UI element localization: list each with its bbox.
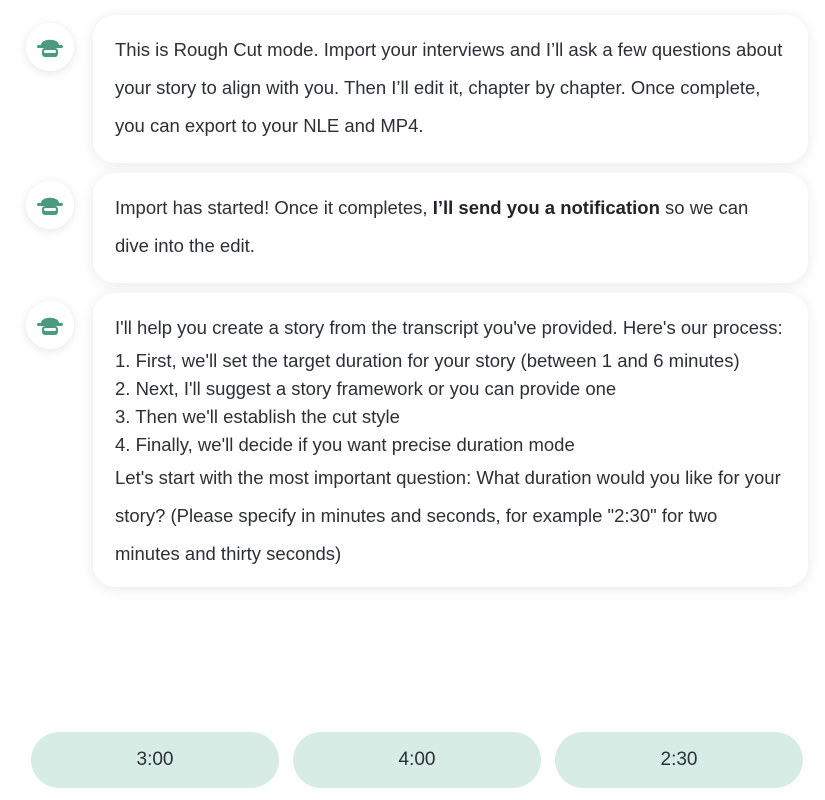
choice-button-3-00[interactable]: 3:00: [31, 732, 279, 788]
assistant-avatar: [26, 181, 74, 229]
process-step-4: 4. Finally, we'll decide if you want pre…: [115, 434, 575, 455]
message-text: This is Rough Cut mode. Import your inte…: [115, 39, 783, 136]
message-bold-text: I’ll send you a notification: [432, 197, 660, 218]
message-bubble: This is Rough Cut mode. Import your inte…: [93, 15, 808, 163]
message-bubble: Import has started! Once it completes, I…: [93, 173, 808, 283]
robot-face-icon: [37, 317, 63, 335]
process-step-3: 3. Then we'll establish the cut style: [115, 406, 400, 427]
choice-button-2-30[interactable]: 2:30: [555, 732, 803, 788]
assistant-avatar: [26, 23, 74, 71]
choice-button-4-00[interactable]: 4:00: [293, 732, 541, 788]
message-question: Let's start with the most important ques…: [115, 467, 781, 564]
message-bubble: I'll help you create a story from the tr…: [93, 293, 808, 587]
robot-face-icon: [37, 39, 63, 57]
process-step-1: 1. First, we'll set the target duration …: [115, 350, 740, 371]
assistant-avatar: [26, 301, 74, 349]
message-text: Import has started! Once it completes,: [115, 197, 433, 218]
process-step-2: 2. Next, I'll suggest a story framework …: [115, 378, 617, 399]
message-intro: I'll help you create a story from the tr…: [115, 317, 783, 338]
robot-face-icon: [37, 197, 63, 215]
quick-reply-choices: 3:00 4:00 2:30: [31, 732, 803, 788]
